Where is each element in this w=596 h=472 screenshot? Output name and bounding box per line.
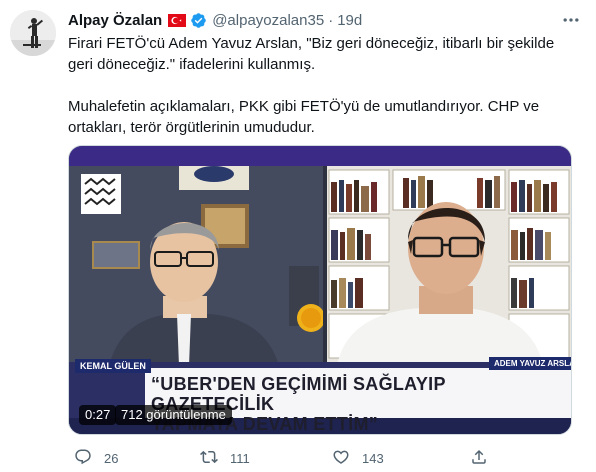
- turkey-flag-icon: [168, 13, 187, 27]
- tweet-actions: 26 111 143: [68, 446, 508, 470]
- author-display-name[interactable]: Alpay Özalan: [68, 12, 162, 29]
- retweet-button[interactable]: 111: [200, 446, 250, 470]
- reply-icon: [74, 448, 104, 469]
- share-icon: [470, 448, 500, 469]
- tweet-paragraph: Muhalefetin açıklamaları, PKK gibi FETÖ'…: [68, 98, 540, 136]
- reply-count: 26: [104, 450, 119, 466]
- video-caption: “UBER'DEN GEÇİMİMİ SAĞLAYIP GAZETECİLİK …: [151, 374, 571, 434]
- share-button[interactable]: [470, 446, 500, 470]
- retweet-count: 111: [230, 450, 250, 466]
- retweet-icon: [200, 448, 230, 469]
- like-count: 143: [362, 450, 384, 466]
- tweet-timestamp[interactable]: 19d: [337, 12, 362, 29]
- avatar[interactable]: [10, 10, 56, 56]
- tweet-card[interactable]: Alpay Özalan @alpayozalan35 · 19d Firari…: [0, 0, 596, 472]
- tweet-paragraph: Firari FETÖ'cü Adem Yavuz Arslan, "Biz g…: [68, 35, 555, 73]
- left-speaker-name: KEMAL GÜLEN: [75, 359, 151, 373]
- right-speaker-name: ADEM YAVUZ ARSLA: [489, 357, 571, 370]
- tweet-text: Firari FETÖ'cü Adem Yavuz Arslan, "Biz g…: [68, 33, 568, 159]
- verified-badge-icon: [190, 12, 207, 29]
- separator-dot: ·: [328, 11, 334, 29]
- tweet-header: Alpay Özalan @alpayozalan35 · 19d: [68, 10, 362, 30]
- video-player[interactable]: KEMAL GÜLEN ADEM YAVUZ ARSLA “UBER'DEN G…: [68, 145, 572, 435]
- heart-icon: [332, 448, 362, 469]
- video-view-count: 712 görüntülenme: [115, 405, 232, 425]
- video-timecode: 0:27: [79, 405, 117, 425]
- reply-button[interactable]: 26: [74, 446, 118, 470]
- more-options-icon[interactable]: [560, 10, 582, 30]
- author-handle[interactable]: @alpayozalan35: [212, 12, 324, 29]
- like-button[interactable]: 143: [332, 446, 384, 470]
